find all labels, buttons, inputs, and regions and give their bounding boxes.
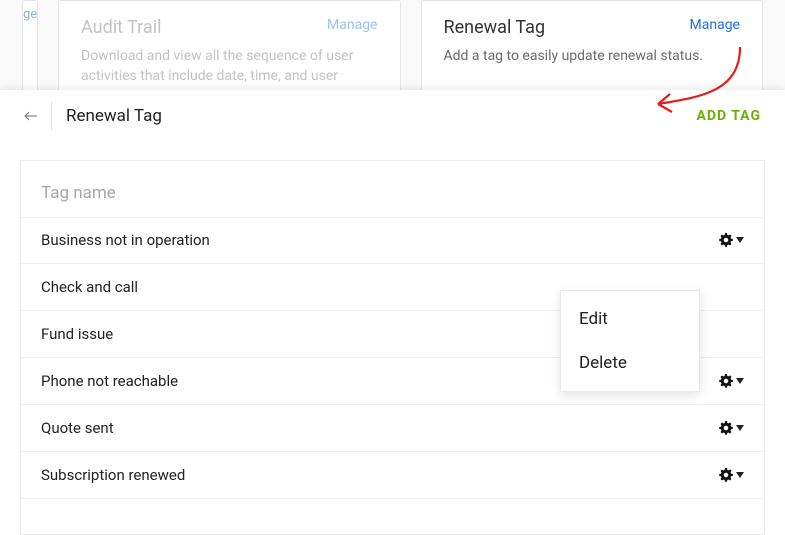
tag-actions-menu: Edit Delete [560,290,700,392]
tag-name: Business not in operation [41,231,210,249]
gear-icon [718,373,734,389]
card-sliver-label: ge [23,1,37,22]
audit-title: Audit Trail [81,17,161,38]
renewal-title: Renewal Tag [444,17,546,38]
tag-name: Subscription renewed [41,466,185,484]
renewal-manage-link[interactable]: Manage [690,17,740,33]
tag-name: Quote sent [41,419,114,437]
tag-actions-button[interactable] [718,467,744,483]
tag-actions-button[interactable] [718,420,744,436]
tag-actions-button[interactable] [718,232,744,248]
column-tag-name: Tag name [21,161,764,218]
tag-name: Phone not reachable [41,372,178,390]
gear-icon [718,467,734,483]
arrow-left-icon [24,107,37,125]
gear-icon [718,232,734,248]
back-button[interactable] [24,102,52,130]
caret-down-icon [736,378,744,384]
caret-down-icon [736,472,744,478]
tag-actions-button[interactable] [718,373,744,389]
tag-row: Quote sent [21,405,764,452]
tag-row: Subscription renewed [21,452,764,499]
background-cards: ge Audit Trail Manage Download and view … [0,0,785,100]
add-tag-button[interactable]: ADD TAG [697,108,762,124]
panel-title: Renewal Tag [66,106,162,126]
caret-down-icon [736,237,744,243]
card-sliver: ge [22,0,38,100]
panel-header: Renewal Tag ADD TAG [0,90,785,142]
audit-manage-link[interactable]: Manage [327,17,377,33]
caret-down-icon [736,425,744,431]
gear-icon [718,420,734,436]
tag-name: Fund issue [41,325,113,343]
renewal-desc: Add a tag to easily update renewal statu… [444,46,741,66]
audit-desc: Download and view all the sequence of us… [81,46,378,87]
renewal-tag-card: Renewal Tag Manage Add a tag to easily u… [421,0,764,100]
tag-name: Check and call [41,278,138,296]
tag-row: Business not in operation [21,217,764,264]
audit-trail-card: Audit Trail Manage Download and view all… [58,0,401,100]
menu-delete[interactable]: Delete [561,341,699,385]
menu-edit[interactable]: Edit [561,297,699,341]
